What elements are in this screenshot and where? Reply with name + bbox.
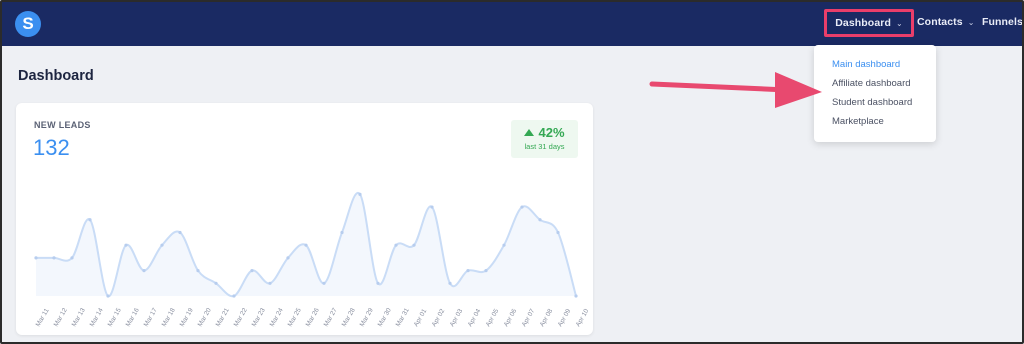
nav-funnels-label: Funnels: [982, 16, 1023, 28]
x-tick-label: Mar 29: [359, 307, 375, 328]
chart-point[interactable]: [34, 256, 38, 260]
nav-contacts[interactable]: Contacts ⌄: [917, 16, 975, 28]
x-tick-label: Mar 19: [179, 307, 195, 328]
dropdown-item-student-dashboard[interactable]: Student dashboard: [832, 97, 912, 108]
x-tick-label: Apr 07: [521, 308, 537, 328]
chart-point[interactable]: [484, 268, 488, 273]
chart-point[interactable]: [430, 205, 434, 209]
growth-period: last 31 days: [524, 142, 565, 151]
x-tick-label: Mar 18: [161, 307, 177, 328]
x-tick-label: Apr 04: [467, 308, 483, 328]
x-tick-label: Mar 31: [395, 307, 411, 328]
chart-point[interactable]: [160, 243, 164, 247]
chart-point[interactable]: [322, 281, 326, 285]
app-window: S Dashboard ⌄ Contacts ⌄ Funnels Dashboa…: [0, 0, 1024, 344]
chevron-down-icon: ⌄: [895, 18, 903, 28]
chart-point[interactable]: [214, 281, 218, 285]
annotation-arrow-icon: [649, 72, 822, 108]
chart-point[interactable]: [70, 256, 74, 260]
chart-point[interactable]: [574, 294, 578, 298]
dropdown-item-affiliate-dashboard[interactable]: Affiliate dashboard: [832, 78, 911, 89]
chart-point[interactable]: [538, 218, 542, 222]
x-tick-label: Apr 02: [431, 308, 447, 328]
x-tick-label: Mar 12: [53, 307, 69, 328]
dashboard-dropdown-menu: Main dashboard Affiliate dashboard Stude…: [814, 45, 936, 142]
chart-point[interactable]: [250, 268, 254, 273]
x-tick-label: Apr 05: [485, 308, 501, 328]
growth-percent: 42%: [538, 125, 565, 140]
x-tick-label: Mar 25: [287, 307, 303, 328]
chart-point[interactable]: [556, 230, 560, 235]
chart-point[interactable]: [106, 294, 110, 298]
chart-point[interactable]: [196, 268, 200, 273]
chart-point[interactable]: [88, 218, 92, 222]
dropdown-item-marketplace[interactable]: Marketplace: [832, 116, 884, 127]
chart-point[interactable]: [340, 230, 344, 235]
x-tick-label: Mar 24: [269, 307, 285, 328]
x-tick-label: Mar 20: [197, 307, 213, 328]
x-tick-label: Mar 23: [251, 307, 267, 328]
x-tick-label: Mar 22: [233, 307, 249, 328]
new-leads-chart: Mar 11 Mar 12 Mar 13 Mar 14 Mar 15 Mar 16 Mar …: [34, 191, 591, 328]
chart-point[interactable]: [286, 256, 290, 260]
x-tick-label: Mar 13: [71, 307, 87, 328]
nav-contacts-label: Contacts: [917, 16, 963, 28]
x-tick-label: Mar 30: [377, 307, 393, 328]
chart-point[interactable]: [412, 243, 416, 247]
growth-badge: 42% last 31 days: [511, 120, 578, 158]
chart-point[interactable]: [466, 268, 470, 273]
x-tick-label: Apr 06: [503, 308, 519, 328]
x-tick-label: Apr 03: [449, 308, 465, 328]
up-arrow-icon: [524, 129, 535, 136]
x-tick-label: Mar 11: [35, 307, 51, 328]
chart-point[interactable]: [502, 243, 506, 247]
card-label: NEW LEADS: [34, 120, 91, 130]
x-tick-label: Mar 21: [215, 307, 231, 328]
x-tick-label: Apr 09: [557, 308, 573, 328]
x-tick-label: Mar 28: [341, 307, 357, 328]
x-tick-label: Mar 17: [143, 307, 159, 328]
card-value: 132: [33, 135, 70, 160]
x-tick-label: Apr 01: [413, 308, 429, 328]
chart-point[interactable]: [448, 281, 452, 285]
x-tick-label: Apr 08: [539, 308, 555, 328]
chart-point[interactable]: [358, 192, 362, 196]
dropdown-item-main-dashboard[interactable]: Main dashboard: [832, 59, 900, 70]
app-logo-icon[interactable]: S: [15, 11, 41, 37]
x-tick-label: Mar 14: [89, 307, 105, 328]
x-tick-label: Mar 16: [125, 307, 141, 328]
chart-point[interactable]: [124, 243, 128, 247]
dashboard-menu-highlight: Dashboard ⌄: [824, 9, 914, 37]
chart-point[interactable]: [304, 243, 308, 247]
chart-point[interactable]: [376, 281, 380, 285]
nav-funnels[interactable]: Funnels: [982, 16, 1023, 28]
x-tick-label: Mar 27: [323, 307, 339, 328]
chart-point[interactable]: [178, 230, 182, 235]
chart-point[interactable]: [520, 205, 524, 209]
chart-point[interactable]: [142, 268, 146, 273]
chart-point[interactable]: [232, 294, 236, 298]
page-title: Dashboard: [18, 68, 94, 84]
top-navigation-bar: S Dashboard ⌄ Contacts ⌄ Funnels: [2, 2, 1022, 46]
x-tick-label: Mar 26: [305, 307, 321, 328]
nav-dashboard[interactable]: Dashboard ⌄: [835, 17, 903, 29]
x-tick-label: Mar 15: [107, 307, 123, 328]
chart-point[interactable]: [52, 256, 56, 260]
chevron-down-icon: ⌄: [967, 17, 975, 27]
new-leads-card: Mar 11 Mar 12 Mar 13 Mar 14 Mar 15 Mar 16 Mar …: [16, 103, 593, 335]
nav-dashboard-label: Dashboard: [835, 17, 891, 29]
x-tick-label: Apr 10: [575, 308, 591, 328]
chart-point[interactable]: [394, 243, 398, 247]
chart-point[interactable]: [268, 281, 272, 285]
